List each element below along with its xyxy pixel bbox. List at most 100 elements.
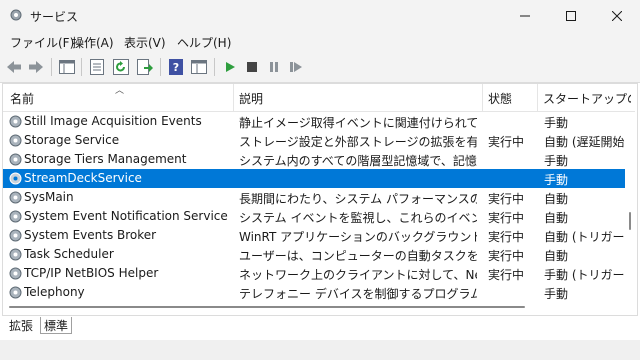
refresh-button[interactable] [112, 58, 130, 76]
service-startup-type: 自動 (遅延開始 [544, 135, 625, 149]
column-header-name[interactable]: 名前 [10, 90, 34, 107]
column-divider[interactable] [482, 84, 483, 111]
back-icon [7, 61, 21, 73]
service-name: Storage Service [24, 133, 120, 147]
column-divider[interactable] [537, 84, 538, 111]
console-view-icon [191, 60, 207, 74]
service-gear-icon [9, 115, 22, 128]
service-startup-type: 手動 (トリガー開 [544, 268, 625, 282]
service-name: StreamDeckService [24, 171, 142, 185]
menu-help[interactable]: ヘルプ(H) [177, 34, 231, 51]
forward-button[interactable] [27, 58, 45, 76]
service-description: システム イベントを監視し、これらのイベントの CO... [239, 211, 477, 225]
close-icon [612, 10, 622, 21]
service-rows: Still Image Acquisition Events 静止イメージ取得イ… [3, 112, 625, 300]
horizontal-scroll-thumb[interactable] [9, 306, 525, 308]
service-row[interactable]: TCP/IP NetBIOS Helper ネットワーク上のクライアントに対して… [3, 264, 625, 283]
show-hide-tree-icon [59, 60, 75, 74]
maximize-button[interactable] [548, 0, 594, 31]
properties-icon [90, 59, 104, 75]
toolbar-separator [160, 58, 161, 76]
service-status: 実行中 [488, 135, 525, 149]
service-name: System Event Notification Service [24, 209, 228, 223]
vertical-scroll-thumb[interactable] [629, 212, 631, 230]
service-description: 静止イメージ取得イベントに関連付けられている... [239, 116, 477, 130]
service-name: Telephony [24, 285, 85, 299]
service-row[interactable]: System Event Notification Service システム イ… [3, 207, 625, 226]
view-tabs: 拡張 標準 [0, 316, 640, 338]
service-gear-icon [9, 172, 22, 185]
help-icon: ? [169, 59, 183, 75]
service-row-selected[interactable]: StreamDeckService 手動 [3, 169, 625, 188]
horizontal-scrollbar[interactable] [3, 302, 635, 312]
service-status: 実行中 [488, 211, 525, 225]
services-list: ︿ 名前 説明 状態 スタートアップの種 Still Image Acquisi… [2, 83, 638, 316]
properties-button[interactable] [88, 58, 106, 76]
service-startup-type: 手動 [544, 154, 569, 168]
service-row[interactable]: SysMain 長期間にわたり、システム パフォーマンスの維持お... 実行中 … [3, 188, 625, 207]
refresh-icon [113, 59, 129, 75]
toolbar-separator [51, 58, 52, 76]
service-row[interactable]: Telephony テレフォニー デバイスを制御するプログラムを使用し... 手… [3, 283, 625, 300]
tab-extended[interactable]: 拡張 [6, 317, 36, 333]
service-gear-icon [9, 153, 22, 166]
vertical-scrollbar[interactable] [626, 112, 634, 300]
column-header-status[interactable]: 状態 [488, 90, 512, 107]
service-name: Task Scheduler [24, 247, 114, 261]
service-row[interactable]: Task Scheduler ユーザーは、コンピューターの自動タスクを構成およ.… [3, 245, 625, 264]
column-header-description[interactable]: 説明 [239, 90, 263, 107]
service-status: 実行中 [488, 192, 525, 206]
export-list-icon [137, 59, 153, 75]
service-name: TCP/IP NetBIOS Helper [24, 266, 159, 280]
list-header: ︿ 名前 説明 状態 スタートアップの種 [3, 84, 635, 112]
back-button[interactable] [5, 58, 23, 76]
pause-service-icon [270, 62, 278, 72]
menu-file[interactable]: ファイル(F) [10, 34, 74, 51]
column-header-startup-type[interactable]: スタートアップの種 [543, 90, 631, 107]
menu-action[interactable]: 操作(A) [72, 34, 114, 51]
start-service-icon [226, 62, 235, 72]
sort-ascending-icon: ︿ [115, 86, 125, 96]
help-button[interactable]: ? [167, 58, 185, 76]
service-startup-type: 自動 [544, 211, 569, 225]
service-gear-icon [9, 134, 22, 147]
service-startup-type: 手動 [544, 173, 569, 187]
console-view-button[interactable] [190, 58, 208, 76]
service-name: Still Image Acquisition Events [24, 114, 202, 128]
services-gear-icon [10, 9, 22, 21]
svg-text:?: ? [173, 61, 179, 74]
pause-service-button[interactable] [265, 58, 283, 76]
service-gear-icon [9, 286, 22, 299]
title-bar: サービス [0, 0, 640, 31]
service-startup-type: 手動 [544, 116, 569, 130]
restart-service-button[interactable] [287, 58, 305, 76]
menu-view[interactable]: 表示(V) [124, 34, 166, 51]
show-hide-tree-button[interactable] [58, 58, 76, 76]
toolbar-separator [214, 58, 215, 76]
export-list-button[interactable] [136, 58, 154, 76]
close-button[interactable] [594, 0, 640, 31]
status-bar [0, 340, 640, 360]
tab-standard[interactable]: 標準 [40, 317, 73, 334]
service-name: SysMain [24, 190, 74, 204]
toolbar: ? [0, 52, 640, 83]
service-description: 長期間にわたり、システム パフォーマンスの維持お... [239, 192, 477, 206]
service-row[interactable]: Still Image Acquisition Events 静止イメージ取得イ… [3, 112, 625, 131]
stop-service-button[interactable] [243, 58, 261, 76]
service-description: ストレージ設定と外部ストレージの拡張を有効に... [239, 135, 477, 149]
service-row[interactable]: System Events Broker WinRT アプリケーションのバックグ… [3, 226, 625, 245]
service-description: テレフォニー デバイスを制御するプログラムを使用し... [239, 287, 477, 300]
service-row[interactable]: Storage Service ストレージ設定と外部ストレージの拡張を有効に..… [3, 131, 625, 150]
window-title: サービス [30, 10, 79, 24]
service-name: Storage Tiers Management [24, 152, 187, 166]
service-name: System Events Broker [24, 228, 157, 242]
minimize-button[interactable] [502, 0, 548, 31]
stop-service-icon [247, 62, 257, 72]
service-gear-icon [9, 191, 22, 204]
service-startup-type: 自動 [544, 249, 569, 263]
column-divider[interactable] [233, 84, 234, 111]
start-service-button[interactable] [221, 58, 239, 76]
service-startup-type: 自動 [544, 192, 569, 206]
service-row[interactable]: Storage Tiers Management システム内のすべての階層型記憶… [3, 150, 625, 169]
maximize-icon [566, 10, 576, 21]
